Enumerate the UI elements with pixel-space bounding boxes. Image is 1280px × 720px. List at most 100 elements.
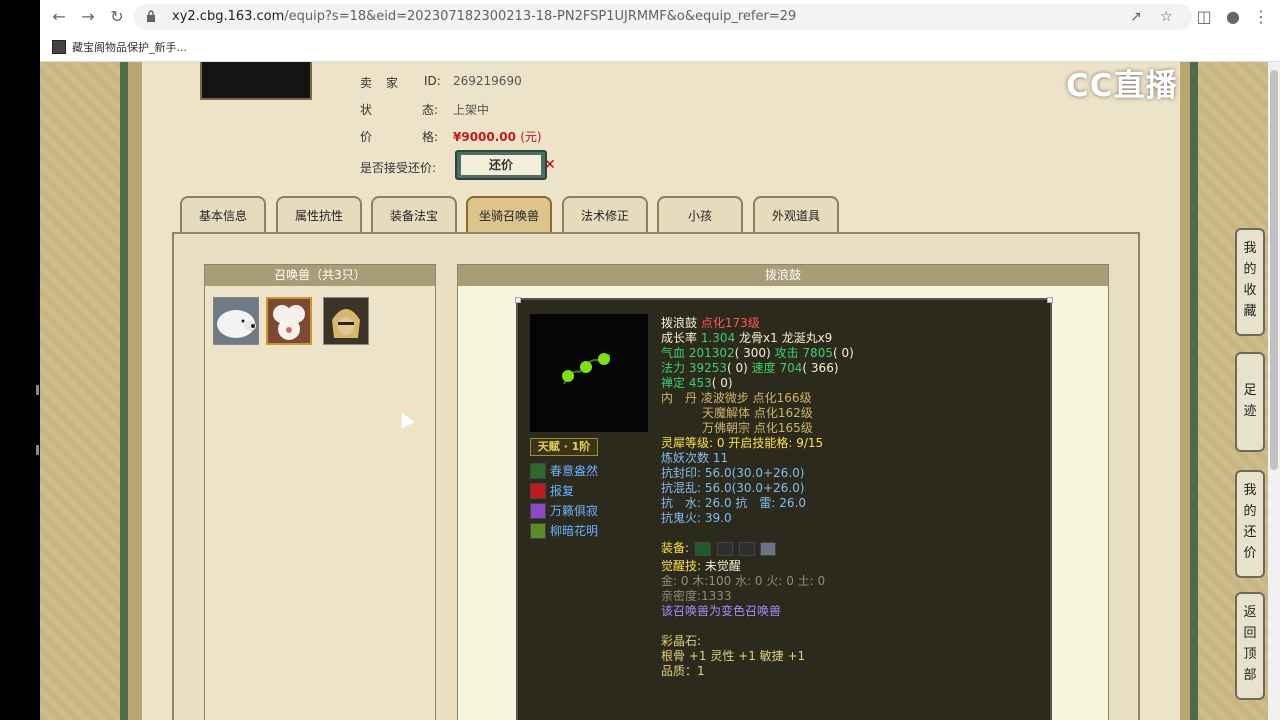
stat-neidan-row: 万佛朝宗 点化165级: [702, 421, 813, 435]
bargain-label: 是否接受还价:: [360, 161, 437, 175]
browser-window: ← → ↻ xy2.cbg.163.com/equip?s=18&eid=202…: [40, 0, 1280, 720]
seller-id-row: 卖家 ID: 269219690: [360, 74, 522, 91]
skill-name: 春意盎然: [550, 464, 599, 478]
pet-thumb-drum[interactable]: [266, 297, 312, 345]
pet-detail-box: 拨浪鼓 天赋 · 1阶 春意盎然 报复 万籁俱寂 柳暗花明 拨浪鼓 点化173级…: [457, 264, 1109, 720]
price-label: 价: [360, 130, 373, 144]
stat-neidan-row: 内 丹 凌波微步 点化166级: [661, 391, 812, 405]
tab-equipment[interactable]: 装备法宝: [371, 196, 457, 232]
left-taskbar: [0, 0, 40, 720]
profile-icon[interactable]: ●: [1222, 6, 1244, 28]
skill-name: 万籁俱寂: [550, 504, 599, 518]
polar-bear-icon: [214, 298, 258, 344]
stat-kangfengyin-row: 抗封印: 56.0(30.0+26.0): [661, 466, 805, 480]
pet-dianhua: 点化173级: [700, 316, 760, 330]
share-icon[interactable]: ↗: [1130, 9, 1142, 25]
price-row: 价 格: ¥9000.00 (元): [360, 128, 542, 145]
stat-name-row: 拨浪鼓 点化173级: [661, 316, 854, 331]
stat-lianyao-row: 炼妖次数 11: [661, 451, 729, 465]
tab-basic-info[interactable]: 基本信息: [180, 196, 266, 232]
bookmark-favicon-icon: [52, 40, 66, 54]
back-icon[interactable]: ←: [48, 6, 70, 28]
skill-item[interactable]: 报复: [530, 482, 574, 499]
skill-spring-icon: [530, 462, 546, 479]
equip-slot-icon[interactable]: [738, 541, 755, 556]
skill-item[interactable]: 万籁俱寂: [530, 502, 598, 519]
stat-wuxing-row: 金: 0 木:100 水: 0 火: 0 土: 0: [661, 574, 826, 588]
seller-id-value: 269219690: [453, 74, 522, 88]
price-value: ¥9000.00 (元): [453, 130, 542, 144]
page-viewport: 卖家 ID: 269219690 状 态: 上架中 价 格: ¥9000.00 (元…: [40, 62, 1280, 720]
status-row: 状 态: 上架中: [360, 101, 489, 118]
stat-hp-row: 气血 201302( 300) 攻击 7805( 0): [661, 346, 854, 360]
pet-list-box: 召唤兽（共3只）: [204, 264, 436, 720]
close-icon: ✕: [544, 157, 556, 173]
status-label2: 态:: [422, 103, 439, 117]
tab-mounts-pets[interactable]: 坐骑召唤兽: [466, 196, 552, 232]
tab-spell-fix[interactable]: 法术修正: [562, 196, 648, 232]
pet-portrait: [530, 314, 648, 432]
stat-chanding-row: 禅定 453( 0): [661, 376, 733, 390]
stat-kanghunluan-row: 抗混乱: 56.0(30.0+26.0): [661, 481, 805, 495]
nav-my-bargains[interactable]: 我的还价: [1235, 470, 1265, 578]
pet-thumb-bear[interactable]: [213, 297, 259, 345]
bookmark-item[interactable]: 藏宝阁物品保护_新手...: [52, 38, 187, 56]
skill-item[interactable]: 柳暗花明: [530, 522, 598, 539]
skill-revenge-icon: [530, 482, 546, 499]
address-bar[interactable]: xy2.cbg.163.com/equip?s=18&eid=202307182…: [134, 4, 1192, 30]
stat-pinzhi-row: 品质：1: [661, 664, 705, 678]
pet-thumb-warrior[interactable]: [323, 297, 369, 345]
skill-silence-icon: [530, 502, 546, 519]
pet-stats: 拨浪鼓 点化173级 成长率 1.304 龙骨x1 龙涎丸x9 气血 20130…: [661, 316, 854, 679]
tianfu-badge: 天赋 · 1阶: [530, 438, 598, 456]
tab-attributes[interactable]: 属性抗性: [276, 196, 362, 232]
nav-back-to-top[interactable]: 返回顶部: [1235, 592, 1265, 700]
stat-lingxi-row: 灵犀等级: 0 开启技能格: 9/15: [661, 436, 824, 450]
nav-footprints[interactable]: 足迹: [1235, 352, 1265, 452]
page-scrollbar[interactable]: [1268, 62, 1280, 720]
skill-name: 柳暗花明: [550, 524, 599, 538]
pet-detail-card: 天赋 · 1阶 春意盎然 报复 万籁俱寂 柳暗花明 拨浪鼓 点化173级 成长率…: [515, 297, 1053, 720]
left-taskbar-mark: [36, 385, 39, 395]
bargain-button[interactable]: 还价: [455, 150, 547, 180]
equip-slot-icon[interactable]: [716, 541, 733, 556]
equip-slot-icon[interactable]: [760, 541, 777, 556]
drum-pet-portrait-icon: [562, 353, 611, 385]
price-label2: 格:: [422, 130, 439, 144]
tab-appearance[interactable]: 外观道具: [753, 196, 839, 232]
equip-slot-icon[interactable]: [694, 541, 711, 556]
helmet-warrior-icon: [324, 298, 368, 344]
menu-icon[interactable]: ⋮: [1250, 6, 1272, 28]
tab-child[interactable]: 小孩: [657, 196, 743, 232]
stat-equip-row: 装备:: [661, 541, 854, 559]
skill-item[interactable]: 春意盎然: [530, 462, 598, 479]
drum-pet-icon: [268, 299, 310, 343]
forward-icon[interactable]: →: [77, 6, 99, 28]
stat-juexing-row: 觉醒技: 未觉醒: [661, 559, 741, 573]
bargain-button-label: 还价: [461, 155, 541, 175]
card-corner: [515, 297, 521, 303]
pet-name: 拨浪鼓: [661, 316, 698, 330]
left-inner-border: [128, 62, 140, 720]
stat-kangguihuo-row: 抗鬼火: 39.0: [661, 511, 732, 525]
pet-detail-header: 拨浪鼓: [458, 265, 1108, 286]
url-text[interactable]: xy2.cbg.163.com/equip?s=18&eid=202307182…: [172, 9, 796, 24]
main-content: 卖家 ID: 269219690 状 态: 上架中 价 格: ¥9000.00 (元…: [140, 62, 1182, 720]
left-pattern: [40, 62, 120, 720]
seller-label2: 家: [386, 76, 399, 90]
bookmark-label: 藏宝阁物品保护_新手...: [72, 41, 187, 54]
nav-my-favorites[interactable]: 我的收藏: [1235, 228, 1265, 336]
scrollbar-thumb[interactable]: [1270, 70, 1278, 470]
url-host: xy2.cbg.163.com: [172, 9, 285, 24]
card-corner: [1047, 297, 1053, 303]
stat-caijing-row: 彩晶石:: [661, 634, 702, 648]
status-label: 状: [360, 103, 373, 117]
stat-kangshui-row: 抗 水: 26.0 抗 雷: 26.0: [661, 496, 807, 510]
reload-icon[interactable]: ↻: [106, 6, 128, 28]
stat-mp-row: 法力 39253( 0) 速度 704( 366): [661, 361, 839, 375]
stat-caijing-value-row: 根骨 +1 灵性 +1 敏捷 +1: [661, 649, 806, 663]
star-icon[interactable]: ☆: [1160, 9, 1173, 25]
url-path: /equip?s=18&eid=202307182300213-18-PN2FS…: [284, 9, 797, 24]
sidepanel-icon[interactable]: ◫: [1193, 6, 1215, 28]
browser-chrome: ← → ↻ xy2.cbg.163.com/equip?s=18&eid=202…: [40, 0, 1280, 62]
